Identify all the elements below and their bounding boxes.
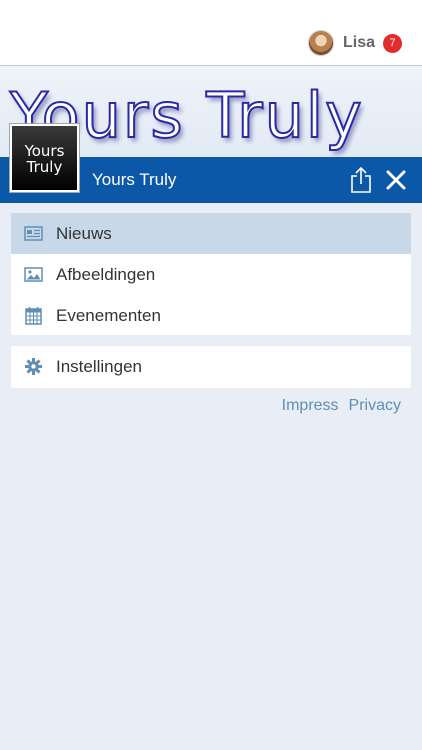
navigation-menu: Nieuws Afbeeldingen Evenementen — [11, 213, 411, 335]
page-title: Yours Truly — [92, 170, 177, 189]
notification-badge[interactable]: 7 — [383, 33, 402, 53]
footer-links: Impress Privacy — [272, 397, 401, 415]
logo-text-line1: Yours — [24, 142, 65, 160]
menu-item-label: Evenementen — [56, 305, 161, 325]
privacy-link[interactable]: Privacy — [349, 397, 401, 415]
user-name[interactable]: Lisa — [343, 34, 375, 52]
logo-text-line2: Truly — [26, 158, 63, 176]
share-icon — [351, 167, 371, 193]
image-icon — [24, 267, 43, 282]
avatar[interactable] — [307, 30, 334, 56]
close-button[interactable] — [382, 166, 410, 194]
menu-item-label: Instellingen — [56, 356, 143, 376]
top-bar: Lisa 7 — [0, 0, 422, 66]
user-profile[interactable]: Lisa 7 — [307, 29, 402, 57]
close-icon — [386, 170, 406, 190]
menu-item-nieuws[interactable]: Nieuws — [11, 213, 411, 254]
calendar-icon — [25, 307, 42, 325]
menu-item-instellingen[interactable]: Instellingen — [11, 346, 411, 387]
newspaper-icon — [24, 226, 43, 241]
menu-item-evenementen[interactable]: Evenementen — [11, 295, 411, 336]
menu-item-afbeeldingen[interactable]: Afbeeldingen — [11, 254, 411, 295]
menu-item-label: Nieuws — [56, 223, 112, 243]
settings-menu: Instellingen — [11, 346, 411, 388]
share-button[interactable] — [348, 165, 374, 195]
menu-item-label: Afbeeldingen — [56, 264, 156, 284]
brand-logo[interactable]: Yours Truly — [10, 124, 79, 192]
impress-link[interactable]: Impress — [282, 397, 339, 415]
gear-icon — [25, 358, 42, 375]
